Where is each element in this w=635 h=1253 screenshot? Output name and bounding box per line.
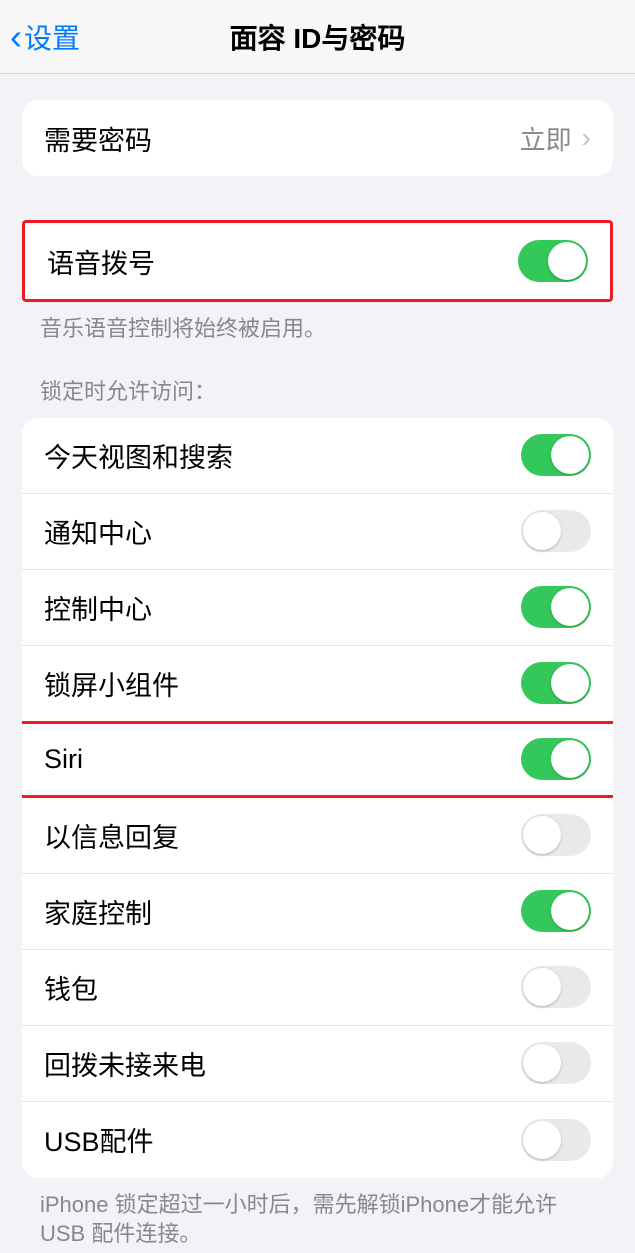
passcode-group: 需要密码 立即 ›	[0, 100, 635, 176]
content: 需要密码 立即 › 语音拨号 音乐语音控制将始终被启用。 锁定时允许访问： 今天…	[0, 74, 635, 1249]
lock-access-label: 锁屏小组件	[44, 664, 521, 703]
lock-access-footer: iPhone 锁定超过一小时后，需先解锁iPhone才能允许USB 配件连接。	[0, 1178, 635, 1249]
lock-access-row: 控制中心	[22, 570, 613, 646]
lock-access-label: Siri	[44, 744, 521, 775]
lock-access-toggle[interactable]	[521, 1119, 591, 1161]
voice-dial-footer: 音乐语音控制将始终被启用。	[0, 302, 635, 344]
lock-access-row: 回拨未接来电	[22, 1026, 613, 1102]
toggle-knob	[523, 1044, 561, 1082]
lock-access-toggle[interactable]	[521, 966, 591, 1008]
toggle-knob	[523, 816, 561, 854]
lock-access-toggle[interactable]	[521, 662, 591, 704]
navbar: ‹ 设置 面容 ID与密码	[0, 0, 635, 74]
lock-access-label: 控制中心	[44, 588, 521, 627]
require-passcode-value: 立即	[520, 120, 572, 157]
toggle-knob	[551, 740, 589, 778]
lock-access-toggle[interactable]	[521, 738, 591, 780]
lock-access-row: USB配件	[22, 1102, 613, 1178]
lock-access-row: 锁屏小组件	[22, 646, 613, 722]
lock-access-label: 钱包	[44, 968, 521, 1007]
lock-access-list: 今天视图和搜索通知中心控制中心锁屏小组件 Siri 以信息回复家庭控制钱包回拨未接来…	[22, 418, 613, 1178]
back-button[interactable]: ‹ 设置	[16, 17, 80, 57]
require-passcode-label: 需要密码	[44, 119, 520, 158]
lock-access-toggle[interactable]	[521, 890, 591, 932]
chevron-left-icon: ‹	[10, 19, 22, 55]
chevron-right-icon: ›	[582, 122, 591, 154]
lock-access-label: 回拨未接来电	[44, 1044, 521, 1083]
page-title: 面容 ID与密码	[230, 17, 406, 57]
lock-access-row: 以信息回复	[22, 798, 613, 874]
voice-dial-toggle[interactable]	[518, 240, 588, 282]
lock-access-toggle[interactable]	[521, 1042, 591, 1084]
lock-access-toggle[interactable]	[521, 434, 591, 476]
lock-access-toggle[interactable]	[521, 586, 591, 628]
lock-access-header: 锁定时允许访问：	[0, 374, 635, 418]
lock-access-row: Siri	[22, 722, 613, 798]
toggle-knob	[551, 664, 589, 702]
lock-access-label: 家庭控制	[44, 892, 521, 931]
lock-access-label: 通知中心	[44, 512, 521, 551]
lock-access-label: USB配件	[44, 1120, 521, 1159]
voice-dial-label: 语音拨号	[47, 242, 518, 281]
voice-dial-group: 语音拨号 音乐语音控制将始终被启用。	[0, 220, 635, 344]
lock-access-label: 以信息回复	[44, 816, 521, 855]
lock-access-toggle[interactable]	[521, 814, 591, 856]
toggle-knob	[551, 436, 589, 474]
lock-access-row: 家庭控制	[22, 874, 613, 950]
toggle-knob	[551, 892, 589, 930]
back-label: 设置	[24, 17, 80, 57]
toggle-knob	[551, 588, 589, 626]
lock-access-label: 今天视图和搜索	[44, 436, 521, 475]
lock-access-row: 今天视图和搜索	[22, 418, 613, 494]
lock-access-group: 锁定时允许访问： 今天视图和搜索通知中心控制中心锁屏小组件 Siri 以信息回复家庭…	[0, 374, 635, 1249]
require-passcode-row[interactable]: 需要密码 立即 ›	[22, 100, 613, 176]
toggle-knob	[523, 1121, 561, 1159]
voice-dial-row: 语音拨号	[25, 223, 610, 299]
lock-access-row: 钱包	[22, 950, 613, 1026]
lock-access-row: 通知中心	[22, 494, 613, 570]
toggle-knob	[523, 512, 561, 550]
lock-access-toggle[interactable]	[521, 510, 591, 552]
toggle-knob	[548, 242, 586, 280]
toggle-knob	[523, 968, 561, 1006]
